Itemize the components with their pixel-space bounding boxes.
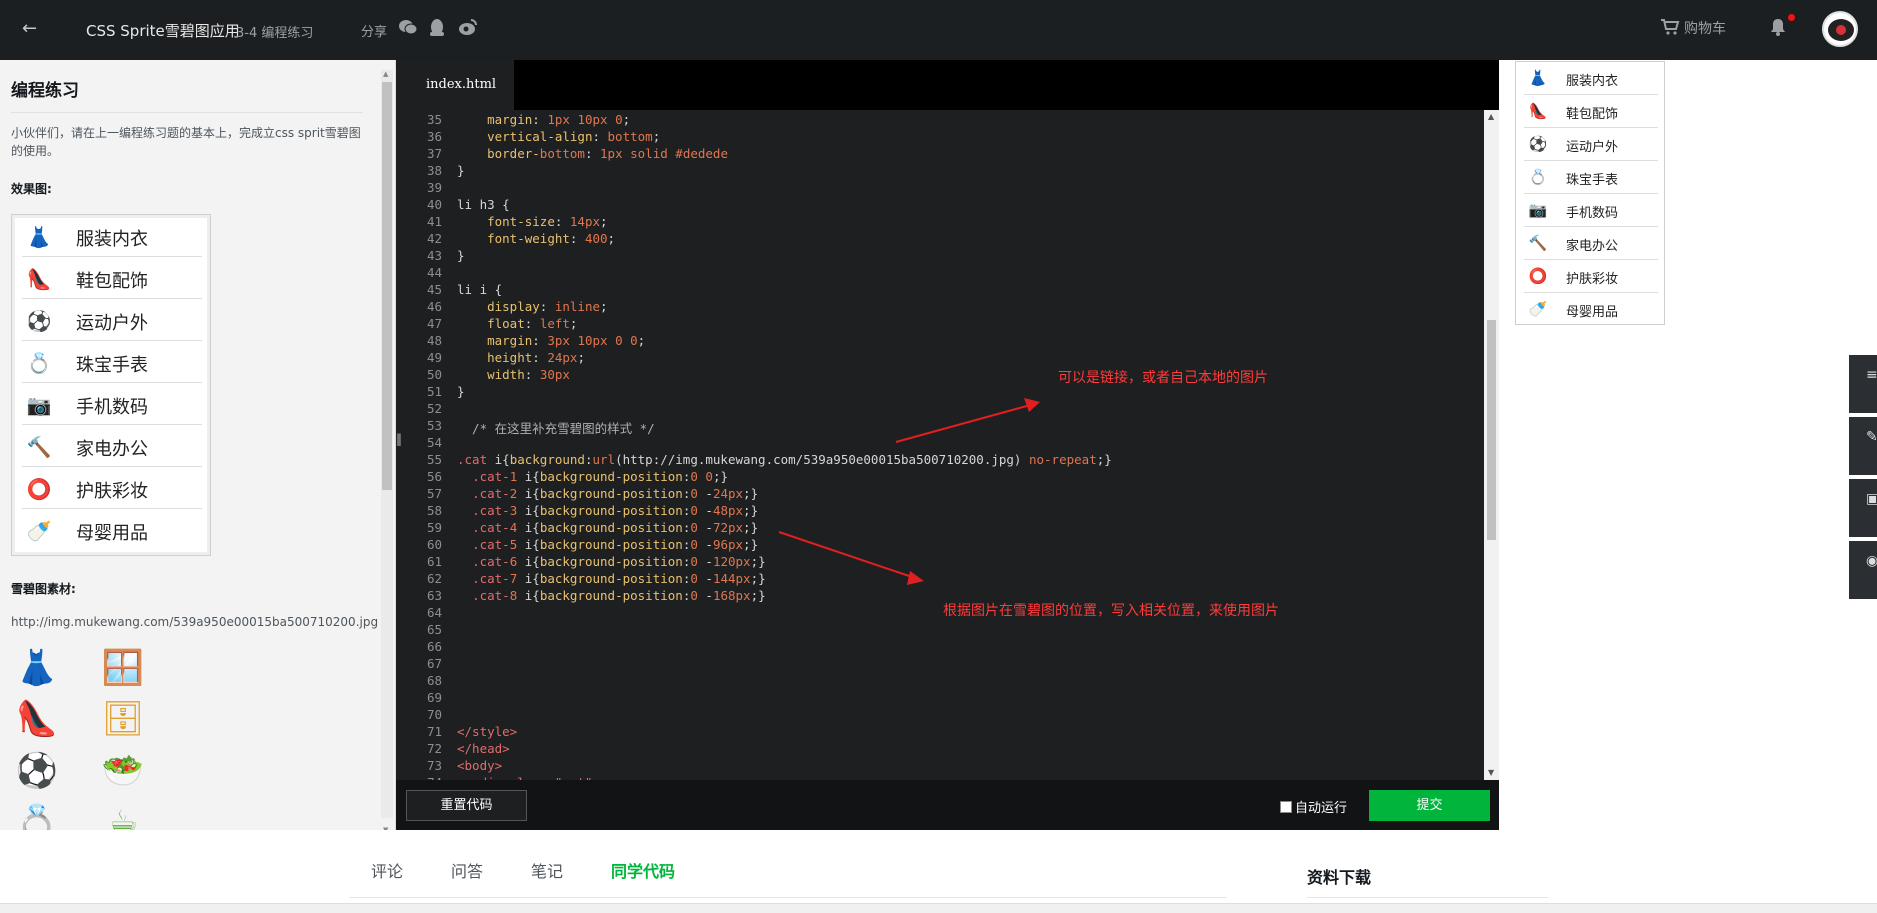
qq-icon[interactable] <box>428 18 450 40</box>
top-bar: ← CSS Sprite雪碧图应用 3-4 编程练习 分享 购物车 <box>0 0 1877 60</box>
pencil-icon: ✎ <box>1866 429 1877 445</box>
phone-icon: 📷 <box>1528 201 1548 219</box>
autorun-label: 自动运行 <box>1295 801 1348 816</box>
effect-item: 👠 鞋包配饰 <box>22 259 202 299</box>
weibo-icon[interactable] <box>458 18 480 40</box>
tab-classmates-code[interactable]: 同学代码 <box>611 858 675 882</box>
preview-item: ⚽ 运动户外 <box>1524 128 1658 161</box>
hairdryer-icon: 🔨 <box>1528 234 1548 252</box>
exercise-panel: 编程练习 小伙伴们，请在上一编程练习题的基本上，完成立css sprit雪碧图的… <box>0 60 396 830</box>
preview-item: ⭕ 护肤彩妆 <box>1524 260 1658 293</box>
skirt-icon: 👗 <box>15 648 59 688</box>
cosmetics-icon: ⭕ <box>1528 267 1548 285</box>
effect-item: 🍼 母婴用品 <box>26 519 148 544</box>
cup-icon: ☕ <box>107 803 139 830</box>
side-tool-wiki[interactable]: ◉ <box>1849 541 1877 599</box>
high-heel-icon: 👠 <box>1528 102 1548 120</box>
baby-bottle-icon: 🍼 <box>1528 300 1548 318</box>
wechat-icon[interactable] <box>398 18 420 40</box>
avatar[interactable] <box>1822 11 1858 47</box>
skirt-icon: 👗 <box>1528 69 1548 87</box>
soccer-ball-icon: ⚽ <box>1528 135 1548 153</box>
effect-preview-image: 👗 服装内衣 👠 鞋包配饰 ⚽ 运动户外 💍 珠宝手表 📷 手机数码 🔨 家电办公 ⭕ 护肤彩… <box>11 214 211 556</box>
wiki-icon: ◉ <box>1866 553 1877 569</box>
soccer-ball-icon: ⚽ <box>15 751 59 791</box>
result-preview: 👗 服装内衣 👠 鞋包配饰 ⚽ 运动户外 💍 珠宝手表 📷 手机数码 🔨 家电办公 ⭕ 护肤彩… <box>1515 61 1665 325</box>
menu-icon: ≡ <box>1866 367 1877 383</box>
high-heel-icon: 👠 <box>15 699 59 739</box>
bell-icon[interactable] <box>1770 18 1786 41</box>
bottom-strip <box>0 903 1877 913</box>
effect-item: ⭕ 护肤彩妆 <box>22 469 202 509</box>
scroll-up-icon[interactable]: ▲ <box>383 70 388 78</box>
skirt-icon: 👗 <box>26 225 52 249</box>
ring-icon: 💍 <box>1528 168 1548 186</box>
dresser-icon: 🗄 <box>101 699 145 739</box>
preview-item: 👠 鞋包配饰 <box>1524 95 1658 128</box>
tab-qa[interactable]: 问答 <box>451 858 483 882</box>
curtain-icon: 🪟 <box>101 648 145 688</box>
side-tool-notes[interactable]: ✎ <box>1849 417 1877 475</box>
effect-item: 👗 服装内衣 <box>22 217 202 257</box>
exercise-heading: 编程练习 <box>11 81 79 101</box>
exercise-description: 小伙伴们，请在上一编程练习题的基本上，完成立css sprit雪碧图的使用。 <box>11 126 361 158</box>
page-subtitle: 3-4 编程练习 <box>236 26 314 41</box>
preview-item: 🍼 母婴用品 <box>1528 300 1619 320</box>
side-tool-list[interactable]: ≡ <box>1849 355 1877 413</box>
notification-dot <box>1788 14 1795 21</box>
ring-icon: 💍 <box>26 351 52 375</box>
bottom-tabs-area <box>0 830 1877 913</box>
side-tool-questions[interactable]: ▣ <box>1849 479 1877 537</box>
phone-icon: 📷 <box>26 393 52 417</box>
preview-item: 👗 服装内衣 <box>1524 62 1658 95</box>
preview-item: 💍 珠宝手表 <box>1524 161 1658 194</box>
plate-icon: 🥗 <box>101 751 145 791</box>
cart-button[interactable]: 购物车 <box>1660 18 1726 38</box>
left-scrollbar[interactable]: ▲ ▼ <box>381 70 393 830</box>
effect-item: 💍 珠宝手表 <box>22 343 202 383</box>
reset-code-button[interactable]: 重置代码 <box>406 790 527 821</box>
autorun-toggle[interactable]: 自动运行 <box>1280 797 1347 816</box>
autorun-checkbox[interactable] <box>1280 801 1292 813</box>
effect-label: 效果图: <box>11 182 52 196</box>
annotation-arrows <box>778 398 1040 585</box>
scrollbar-thumb[interactable] <box>382 82 392 490</box>
hairdryer-icon: 🔨 <box>26 435 52 459</box>
submit-button[interactable]: 提交 <box>1369 790 1490 821</box>
share-label: 分享 <box>361 25 388 40</box>
page-title: CSS Sprite雪碧图应用 <box>86 22 240 40</box>
preview-item: 📷 手机数码 <box>1524 194 1658 227</box>
ring-icon: 💍 <box>15 803 59 830</box>
effect-item: ⚽ 运动户外 <box>22 301 202 341</box>
chat-icon: ▣ <box>1866 491 1877 507</box>
effect-item: 📷 手机数码 <box>22 385 202 425</box>
cart-label: 购物车 <box>1684 21 1726 37</box>
preview-item: 🔨 家电办公 <box>1524 227 1658 260</box>
downloads-heading: 资料下载 <box>1307 868 1372 887</box>
soccer-ball-icon: ⚽ <box>26 309 52 333</box>
sprite-label: 雪碧图素材: <box>11 582 76 596</box>
cosmetics-icon: ⭕ <box>26 477 52 501</box>
back-arrow-icon[interactable]: ← <box>22 18 37 39</box>
tab-notes[interactable]: 笔记 <box>531 858 563 882</box>
tabs-divider <box>349 897 1227 898</box>
tab-comments[interactable]: 评论 <box>371 858 403 882</box>
sprite-url: http://img.mukewang.com/539a950e00015ba5… <box>11 615 379 629</box>
downloads-divider <box>1307 897 1548 898</box>
code-editor: index.html 35 margin: 1px 10px 0; 36 vert… <box>396 60 1499 830</box>
baby-bottle-icon: 🍼 <box>26 519 52 543</box>
effect-item: 🔨 家电办公 <box>22 427 202 467</box>
divider <box>11 112 363 113</box>
high-heel-icon: 👠 <box>26 267 52 291</box>
